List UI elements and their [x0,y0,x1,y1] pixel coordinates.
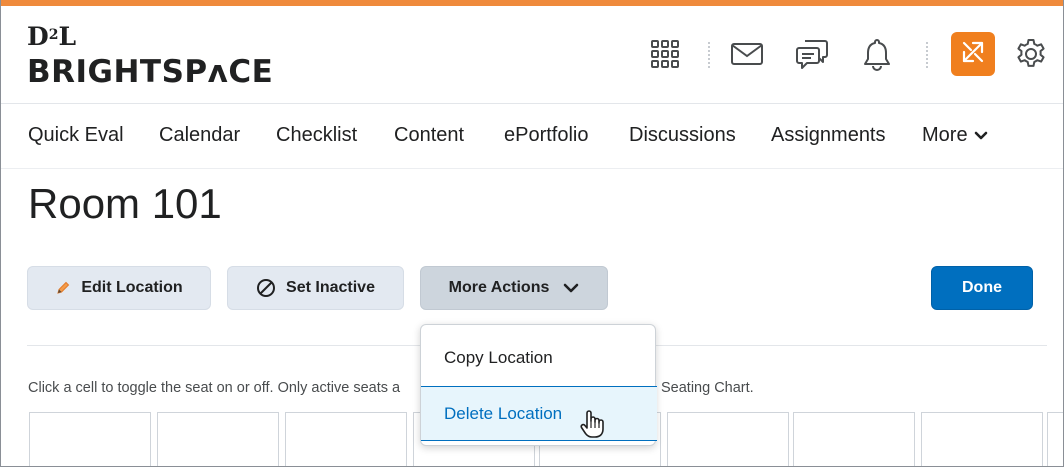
prohibit-icon [256,278,276,298]
menu-item-delete-label: Delete Location [444,403,563,423]
header-separator [708,42,710,68]
role-switch-icon [960,39,986,70]
page-title: Room 101 [28,180,222,227]
done-button[interactable]: Done [931,266,1033,310]
more-actions-label: More Actions [448,279,550,296]
nav-item-assignments[interactable]: Assignments [771,124,886,147]
brightspace-logo[interactable]: BRIGHTSPʌCE [27,54,273,90]
nav-item-calendar[interactable]: Calendar [159,124,240,147]
bell-icon[interactable] [859,36,895,72]
seat-cell[interactable] [157,412,279,466]
navbar: Quick Eval Calendar Checklist Content eP… [1,104,1063,169]
seat-cell[interactable] [921,412,1043,466]
waffle-grid-icon[interactable] [647,36,683,72]
pencil-icon [55,280,71,296]
menu-item-delete-location[interactable]: Delete Location [421,386,657,441]
nav-item-more[interactable]: More [922,124,988,147]
site-header: D2L BRIGHTSPʌCE [1,6,1063,104]
role-switch-button[interactable] [951,32,995,76]
chevron-down-icon [974,124,988,147]
more-actions-menu: Copy Location Delete Location [420,324,657,446]
nav-item-content[interactable]: Content [394,124,464,147]
d2l-logo[interactable]: D2L [27,22,76,51]
menu-item-copy-location[interactable]: Copy Location [421,331,657,385]
nav-item-eportfolio[interactable]: ePortfolio [504,124,589,147]
mail-icon[interactable] [729,36,765,72]
chat-icon[interactable] [794,36,830,72]
hand-pointer-icon [579,409,605,439]
nav-more-label: More [922,124,968,146]
seat-cell[interactable] [1047,412,1063,466]
set-inactive-button[interactable]: Set Inactive [227,266,404,310]
instruction-text: Click a cell to toggle the seat on or of… [28,380,401,396]
set-inactive-label: Set Inactive [286,279,375,296]
nav-item-discussions[interactable]: Discussions [629,124,736,147]
instruction-text-tail: Seating Chart. [661,380,754,396]
app-frame: D2L BRIGHTSPʌCE Quick Eval Calendar Chec… [0,0,1064,467]
nav-item-quick-eval[interactable]: Quick Eval [28,124,124,147]
seat-cell[interactable] [29,412,151,466]
seat-cell[interactable] [667,412,789,466]
more-actions-button[interactable]: More Actions [420,266,608,310]
seat-cell[interactable] [285,412,407,466]
nav-item-checklist[interactable]: Checklist [276,124,357,147]
edit-location-button[interactable]: Edit Location [27,266,211,310]
chevron-down-icon [563,283,579,293]
gear-icon[interactable] [1013,36,1049,72]
edit-location-label: Edit Location [81,279,183,296]
seat-cell[interactable] [793,412,915,466]
header-separator [926,42,928,68]
